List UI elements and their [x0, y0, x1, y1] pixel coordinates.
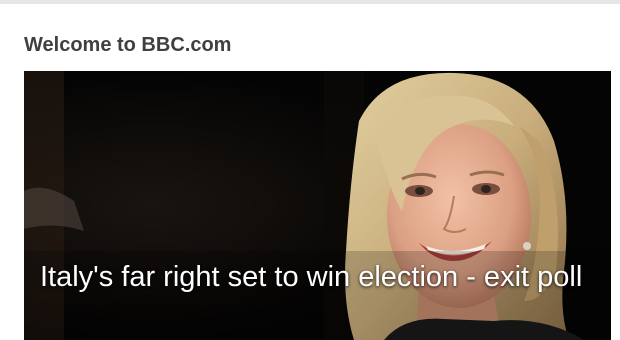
page-title: Welcome to BBC.com: [24, 34, 232, 56]
hero-story-card[interactable]: Italy's far right set to win election - …: [24, 71, 611, 340]
hero-image: [24, 71, 611, 340]
hero-headline[interactable]: Italy's far right set to win election - …: [40, 259, 585, 296]
top-divider: [0, 0, 620, 4]
